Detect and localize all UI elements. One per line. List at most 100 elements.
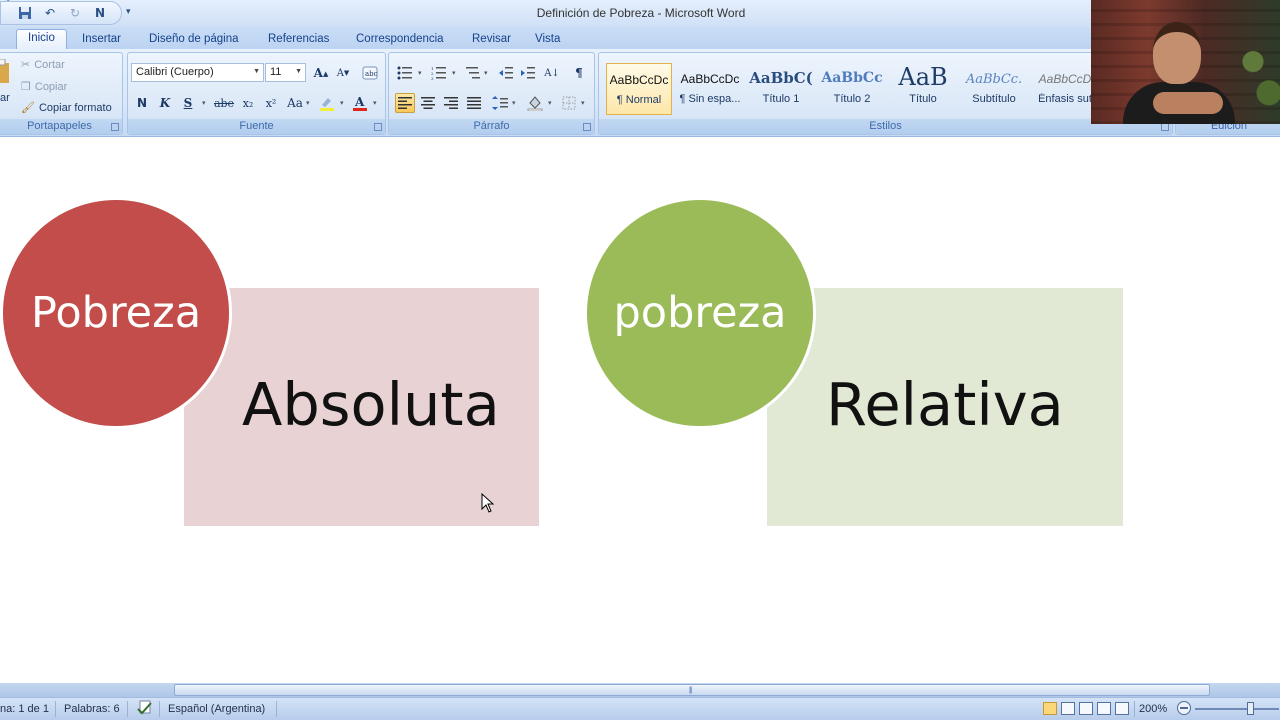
shading-dropdown-icon[interactable]: ▾ [548, 99, 552, 107]
style-titulo[interactable]: AaB Título [890, 63, 956, 115]
style-sample: AaBbCcD [1038, 72, 1092, 86]
align-right-icon[interactable] [441, 93, 461, 113]
status-divider [127, 701, 128, 717]
line-spacing-icon[interactable] [490, 93, 510, 113]
increase-indent-icon[interactable] [518, 63, 538, 83]
multilevel-dropdown-icon[interactable]: ▾ [484, 69, 488, 77]
styles-launcher-icon[interactable] [1161, 123, 1169, 131]
underline-dropdown-icon[interactable]: ▾ [202, 99, 206, 107]
zoom-slider-thumb[interactable] [1247, 702, 1254, 715]
tab-inicio[interactable]: Inicio [16, 29, 67, 50]
pobreza-circle-left[interactable]: Pobreza [0, 197, 232, 429]
bullets-dropdown-icon[interactable]: ▾ [418, 69, 422, 77]
change-case-dropdown-icon[interactable]: ▾ [306, 99, 310, 107]
grow-font-button[interactable]: A ▲ [311, 63, 331, 83]
clear-format-icon[interactable]: abc [360, 63, 380, 83]
document-area[interactable]: Pobreza pobreza Absoluta Relativa [0, 138, 1280, 685]
align-center-icon[interactable] [418, 93, 438, 113]
scrollbar-thumb[interactable]: ||| [174, 684, 1210, 696]
zoom-slider-track[interactable] [1195, 708, 1279, 710]
align-left-icon[interactable] [395, 93, 415, 113]
tab-referencias[interactable]: Referencias [268, 30, 329, 49]
borders-icon[interactable] [559, 93, 579, 113]
web-layout-view-icon[interactable] [1079, 702, 1093, 715]
numbering-icon[interactable]: 123 [429, 63, 449, 83]
style-enfasis-sutil[interactable]: AaBbCcD Énfasis sut [1032, 63, 1098, 115]
highlight-dropdown-icon[interactable]: ▾ [340, 99, 344, 107]
line-spacing-dropdown-icon[interactable]: ▾ [512, 99, 516, 107]
clipboard-launcher-icon[interactable] [111, 123, 119, 131]
word-count[interactable]: Palabras: 6 [64, 703, 120, 715]
font-color-icon[interactable]: A [350, 93, 370, 113]
font-launcher-icon[interactable] [374, 123, 382, 131]
bullets-icon[interactable] [395, 63, 415, 83]
style-name: Subtítulo [972, 93, 1016, 105]
justify-icon[interactable] [464, 93, 484, 113]
style-sample: AaBbC( [749, 69, 813, 87]
highlight-icon[interactable] [317, 93, 337, 113]
style-normal[interactable]: AaBbCcDc ¶ Normal [606, 63, 672, 115]
tab-revisar[interactable]: Revisar [472, 30, 511, 49]
style-titulo-2[interactable]: AaBbCc Título 2 [819, 63, 885, 115]
paragraph-group-label: Párrafo [389, 119, 594, 134]
change-case-button[interactable]: Aa [285, 93, 305, 113]
scissors-icon: ✂ [21, 59, 31, 71]
font-color-dropdown-icon[interactable]: ▾ [373, 99, 377, 107]
status-bar: na: 1 de 1 Palabras: 6 Español (Argentin… [0, 697, 1280, 720]
show-marks-icon[interactable]: ¶ [569, 63, 589, 83]
paste-icon[interactable] [0, 59, 9, 85]
print-layout-view-icon[interactable] [1043, 702, 1057, 715]
full-screen-reading-view-icon[interactable] [1061, 702, 1075, 715]
horizontal-scrollbar[interactable]: ||| [0, 683, 1280, 697]
zoom-out-icon[interactable] [1176, 700, 1192, 719]
tab-insertar[interactable]: Insertar [82, 30, 121, 49]
font-group: Calibri (Cuerpo) ▼ 11 ▼ A ▲ A ▼ abc N K S … [127, 52, 386, 135]
draft-view-icon[interactable] [1115, 702, 1129, 715]
cut-button[interactable]: ✂ Cortar [21, 58, 65, 72]
style-sin-espaciado[interactable]: AaBbCcDc ¶ Sin espa... [677, 63, 743, 115]
language-indicator[interactable]: Español (Argentina) [168, 703, 265, 715]
grow-font-icon: A [313, 66, 323, 80]
style-sample: AaBbCcDc [609, 73, 669, 87]
borders-dropdown-icon[interactable]: ▾ [581, 99, 585, 107]
ribbon-tabs: Inicio Insertar Diseño de página Referen… [0, 27, 1280, 50]
italic-button[interactable]: K [155, 93, 175, 113]
copy-button[interactable]: ❐ Copiar [21, 80, 67, 94]
pobreza-circle-right[interactable]: pobreza [584, 197, 816, 429]
bold-button[interactable]: N [132, 93, 152, 113]
tab-correspondencia[interactable]: Correspondencia [356, 30, 444, 49]
chevron-down-icon: ▼ [253, 68, 260, 75]
paragraph-launcher-icon[interactable] [583, 123, 591, 131]
underline-button[interactable]: S [178, 93, 198, 113]
pobreza-text-right: pobreza [613, 288, 787, 338]
multilevel-list-icon[interactable] [463, 63, 483, 83]
superscript-button[interactable]: x² [261, 93, 281, 113]
font-name-combo[interactable]: Calibri (Cuerpo) ▼ [131, 63, 264, 82]
outline-view-icon[interactable] [1097, 702, 1111, 715]
clipboard-group-label: Portapapeles [0, 119, 122, 134]
numbering-dropdown-icon[interactable]: ▾ [452, 69, 456, 77]
subscript-button[interactable]: x₂ [238, 93, 258, 113]
proofing-icon[interactable] [137, 700, 153, 719]
shading-icon[interactable] [525, 93, 545, 113]
style-sample: AaBbCc. [965, 72, 1023, 87]
zoom-level[interactable]: 200% [1139, 703, 1167, 715]
svg-text:3: 3 [431, 76, 434, 80]
decrease-indent-icon[interactable] [496, 63, 516, 83]
sort-icon[interactable]: A↓ [542, 63, 562, 83]
strikethrough-button[interactable]: abe [214, 93, 234, 113]
paste-label[interactable]: ar [0, 92, 10, 104]
style-titulo-1[interactable]: AaBbC( Título 1 [748, 63, 814, 115]
style-name: Énfasis sut [1038, 93, 1092, 105]
page-count[interactable]: na: 1 de 1 [0, 703, 49, 715]
font-size-combo[interactable]: 11 ▼ [265, 63, 306, 82]
absoluta-text: Absoluta [242, 370, 500, 439]
mouse-pointer-icon [481, 493, 495, 513]
tab-diseno-de-pagina[interactable]: Diseño de página [149, 30, 239, 49]
tab-vista[interactable]: Vista [535, 30, 560, 49]
presenter-head [1153, 22, 1201, 84]
format-painter-button[interactable]: 🖌 Copiar formato [21, 101, 112, 115]
style-subtitulo[interactable]: AaBbCc. Subtítulo [961, 63, 1027, 115]
styles-group: AaBbCcDc ¶ Normal AaBbCcDc ¶ Sin espa...… [598, 52, 1173, 135]
shrink-font-button[interactable]: A ▼ [333, 63, 353, 83]
